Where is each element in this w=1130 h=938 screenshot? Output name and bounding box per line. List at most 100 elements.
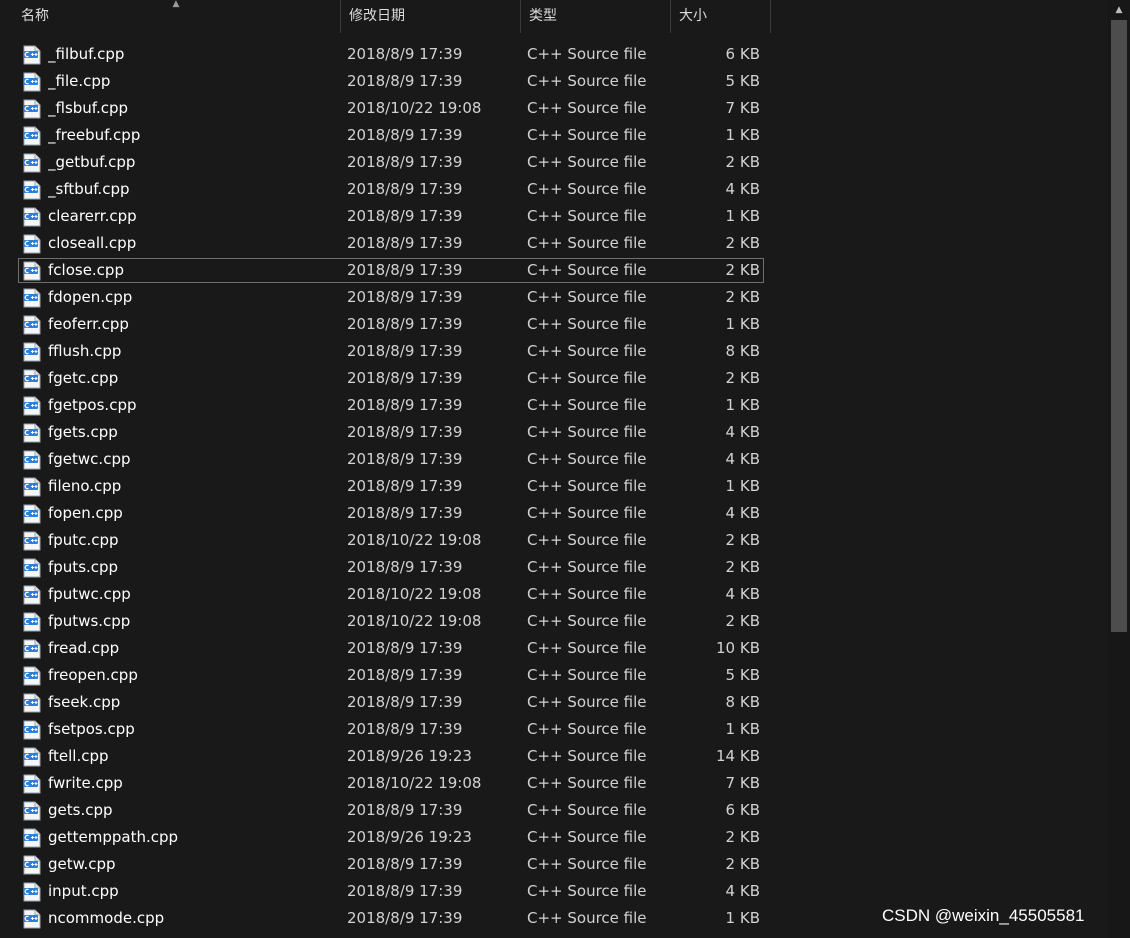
file-row[interactable]: clearerr.cpp 2018/8/9 17:39 C++ Source fil… [0,203,1108,230]
file-type: C++ Source file [527,423,647,441]
file-name: fread.cpp [48,639,120,657]
file-row[interactable]: fgetpos.cpp 2018/8/9 17:39 C++ Source file… [0,392,1108,419]
file-row[interactable]: ftell.cpp 2018/9/26 19:23 C++ Source file 1… [0,743,1108,770]
file-date: 2018/10/22 19:08 [347,612,482,630]
file-size: 1 KB [725,315,760,333]
file-icon-cell [23,554,43,581]
file-size: 5 KB [725,666,760,684]
file-icon-cell [23,284,43,311]
file-name: fileno.cpp [48,477,122,495]
file-icon-cell [23,905,43,932]
file-type: C++ Source file [527,396,647,414]
cpp-source-file-icon [23,423,41,443]
file-row[interactable]: fread.cpp 2018/8/9 17:39 C++ Source file 10… [0,635,1108,662]
file-row[interactable]: gets.cpp 2018/8/9 17:39 C++ Source file 6 K… [0,797,1108,824]
sort-ascending-icon: ▲ [172,0,180,9]
file-row[interactable]: fileno.cpp 2018/8/9 17:39 C++ Source file 1… [0,473,1108,500]
file-row[interactable]: fsetpos.cpp 2018/8/9 17:39 C++ Source file… [0,716,1108,743]
file-row[interactable]: feoferr.cpp 2018/8/9 17:39 C++ Source file… [0,311,1108,338]
file-name: gettemppath.cpp [48,828,179,846]
file-name: fputwc.cpp [48,585,131,603]
cpp-source-file-icon [23,261,41,281]
cpp-source-file-icon [23,855,41,875]
file-size: 2 KB [725,288,760,306]
column-header-type[interactable]: 类型 [521,0,671,33]
file-date: 2018/10/22 19:08 [347,774,482,792]
file-name: _sftbuf.cpp [48,180,130,198]
file-row[interactable]: _filbuf.cpp 2018/8/9 17:39 C++ Source file… [0,41,1108,68]
file-name: _file.cpp [48,72,111,90]
file-name: feoferr.cpp [48,315,129,333]
column-header-size-label: 大小 [679,8,707,24]
file-row[interactable]: fputwc.cpp 2018/10/22 19:08 C++ Source fil… [0,581,1108,608]
file-size: 14 KB [716,747,760,765]
file-size: 1 KB [725,126,760,144]
file-date: 2018/8/9 17:39 [347,450,463,468]
file-row[interactable]: fputs.cpp 2018/8/9 17:39 C++ Source file 2 … [0,554,1108,581]
file-icon-cell [23,473,43,500]
file-row[interactable]: fdopen.cpp 2018/8/9 17:39 C++ Source file 2… [0,284,1108,311]
file-row[interactable]: freopen.cpp 2018/8/9 17:39 C++ Source file… [0,662,1108,689]
cpp-source-file-icon [23,477,41,497]
file-name: freopen.cpp [48,666,138,684]
file-icon-cell [23,446,43,473]
file-date: 2018/8/9 17:39 [347,477,463,495]
file-row[interactable]: fflush.cpp 2018/8/9 17:39 C++ Source file 8… [0,338,1108,365]
file-type: C++ Source file [527,126,647,144]
file-row[interactable]: closeall.cpp 2018/8/9 17:39 C++ Source fil… [0,230,1108,257]
file-row[interactable]: fgets.cpp 2018/8/9 17:39 C++ Source file 4 … [0,419,1108,446]
file-row[interactable]: _freebuf.cpp 2018/8/9 17:39 C++ Source fil… [0,122,1108,149]
file-row[interactable]: fopen.cpp 2018/8/9 17:39 C++ Source file 4 … [0,500,1108,527]
file-type: C++ Source file [527,531,647,549]
file-date: 2018/8/9 17:39 [347,693,463,711]
file-row[interactable]: _getbuf.cpp 2018/8/9 17:39 C++ Source file… [0,149,1108,176]
file-type: C++ Source file [527,801,647,819]
file-row[interactable]: _flsbuf.cpp 2018/10/22 19:08 C++ Source fi… [0,95,1108,122]
file-type: C++ Source file [527,666,647,684]
cpp-source-file-icon [23,909,41,929]
cpp-source-file-icon [23,531,41,551]
file-icon-cell [23,797,43,824]
file-size: 4 KB [725,504,760,522]
file-size: 8 KB [725,693,760,711]
file-row[interactable]: getw.cpp 2018/8/9 17:39 C++ Source file 2 K… [0,851,1108,878]
file-date: 2018/8/9 17:39 [347,207,463,225]
file-size: 2 KB [725,234,760,252]
cpp-source-file-icon [23,801,41,821]
file-date: 2018/8/9 17:39 [347,882,463,900]
file-icon-cell [23,392,43,419]
vertical-scrollbar[interactable]: ▲ [1108,0,1130,938]
file-type: C++ Source file [527,315,647,333]
file-size: 1 KB [725,207,760,225]
file-row[interactable]: fgetc.cpp 2018/8/9 17:39 C++ Source file 2 … [0,365,1108,392]
scroll-up-arrow-icon[interactable]: ▲ [1113,4,1125,16]
file-size: 8 KB [725,342,760,360]
file-type: C++ Source file [527,504,647,522]
file-row[interactable]: fwrite.cpp 2018/10/22 19:08 C++ Source fil… [0,770,1108,797]
file-type: C++ Source file [527,909,647,927]
file-row[interactable]: gettemppath.cpp 2018/9/26 19:23 C++ Source… [0,824,1108,851]
file-date: 2018/8/9 17:39 [347,315,463,333]
file-type: C++ Source file [527,180,647,198]
column-header-size[interactable]: 大小 [671,0,771,33]
cpp-source-file-icon [23,234,41,254]
file-row[interactable]: fseek.cpp 2018/8/9 17:39 C++ Source file 8 … [0,689,1108,716]
file-row[interactable]: _file.cpp 2018/8/9 17:39 C++ Source file 5 … [0,68,1108,95]
column-header-date[interactable]: 修改日期 [341,0,521,33]
file-date: 2018/8/9 17:39 [347,855,463,873]
file-type: C++ Source file [527,639,647,657]
file-date: 2018/8/9 17:39 [347,504,463,522]
file-size: 2 KB [725,531,760,549]
file-icon-cell [23,203,43,230]
file-row[interactable]: fclose.cpp 2018/8/9 17:39 C++ Source file 2… [0,257,1108,284]
cpp-source-file-icon [23,720,41,740]
file-row[interactable]: fgetwc.cpp 2018/8/9 17:39 C++ Source file 4… [0,446,1108,473]
file-row[interactable]: fputc.cpp 2018/10/22 19:08 C++ Source file… [0,527,1108,554]
file-row[interactable]: _sftbuf.cpp 2018/8/9 17:39 C++ Source file… [0,176,1108,203]
file-row[interactable]: fputws.cpp 2018/10/22 19:08 C++ Source fil… [0,608,1108,635]
file-row[interactable]: input.cpp 2018/8/9 17:39 C++ Source file 4 … [0,878,1108,905]
scrollbar-thumb[interactable] [1111,20,1127,632]
file-date: 2018/8/9 17:39 [347,72,463,90]
file-type: C++ Source file [527,720,647,738]
file-type: C++ Source file [527,855,647,873]
